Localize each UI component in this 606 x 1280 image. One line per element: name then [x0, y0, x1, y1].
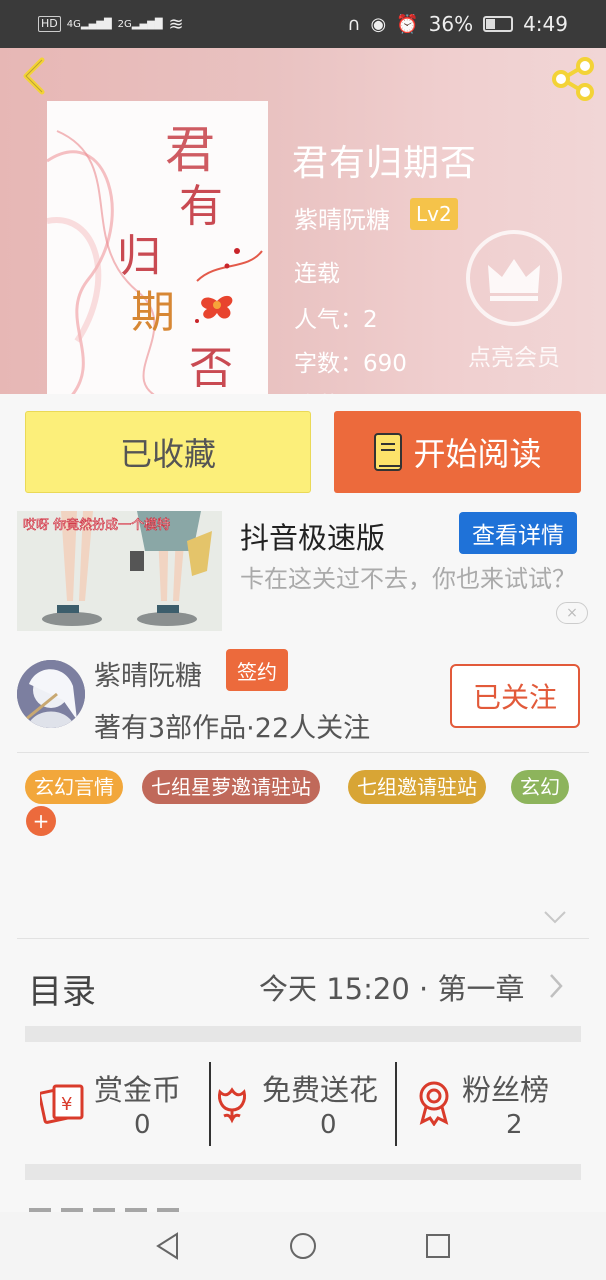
chevron-down-icon[interactable]	[543, 910, 567, 924]
vip-label: 点亮会员	[468, 345, 560, 371]
svg-text:¥: ¥	[61, 1094, 72, 1115]
cover-char-5: 否	[189, 343, 233, 394]
ad-description: 卡在这关过不去，你也来试试？	[240, 565, 576, 593]
system-nav-bar	[0, 1212, 606, 1280]
battery-percent: 36%	[428, 12, 474, 36]
section-band	[25, 1164, 581, 1180]
favorite-button[interactable]: 已收藏	[25, 411, 311, 493]
wifi-icon: ≋	[168, 13, 184, 35]
book-cover[interactable]: 君 有 归 期 否	[47, 101, 268, 394]
follow-label: 已关注	[472, 681, 557, 714]
tag-item[interactable]: 七组星萝邀请驻站	[142, 770, 320, 804]
cover-char-1: 君	[165, 121, 215, 179]
clock: 4:49	[523, 12, 568, 36]
avatar[interactable]	[17, 660, 85, 728]
book-popularity: 人气：2	[294, 307, 378, 333]
book-status: 连载	[294, 261, 340, 287]
fan-ranking-label: 粉丝榜	[462, 1073, 550, 1107]
book-icon	[374, 433, 403, 471]
toc-latest-chapter[interactable]: 今天 15:20 · 第一章	[259, 966, 524, 1008]
book-title: 君有归期否	[292, 143, 478, 184]
ad-details-label: 查看详情	[472, 523, 564, 549]
headphones-icon: ∩	[347, 13, 361, 35]
signed-badge: 签约	[226, 649, 288, 691]
nav-home-icon[interactable]	[288, 1231, 318, 1261]
ad-details-button[interactable]: 查看详情	[459, 512, 577, 554]
coin-envelope-icon: ¥	[40, 1084, 84, 1124]
reward-coins-button[interactable]: ¥ 赏金币 0	[38, 1062, 208, 1144]
tag-item[interactable]: 玄幻言情	[25, 770, 123, 804]
signal-4g-icon: 4G▂▄▆█	[66, 18, 112, 30]
ad-title: 抖音极速版	[240, 521, 386, 555]
reward-coins-label: 赏金币	[94, 1073, 182, 1107]
author-level-badge: Lv2	[410, 198, 458, 230]
section-band	[25, 1026, 581, 1042]
cover-char-2: 有	[179, 181, 223, 232]
ad-close-icon[interactable]: ×	[556, 602, 588, 624]
alarm-icon: ⏰	[396, 13, 419, 35]
eye-icon: ◉	[370, 13, 387, 35]
vip-button[interactable]: 点亮会员	[462, 230, 566, 372]
back-icon[interactable]	[16, 56, 56, 96]
divider	[17, 938, 589, 939]
tag-item[interactable]: 七组邀请驻站	[348, 770, 486, 804]
fan-ranking-button[interactable]: 粉丝榜 2	[412, 1062, 582, 1144]
send-flower-label: 免费送花	[262, 1073, 379, 1107]
signal-2g-icon: 2G▂▄▆█	[117, 18, 163, 30]
hd-indicator: HD	[38, 16, 61, 32]
start-reading-label: 开始阅读	[413, 435, 542, 473]
divider	[17, 752, 589, 753]
divider	[209, 1062, 211, 1146]
book-author[interactable]: 紫晴阮糖	[294, 200, 390, 235]
ad-image-caption: 哎呀 你竟然扮成一个模特	[23, 517, 170, 533]
chevron-right-icon[interactable]	[548, 972, 564, 1000]
fan-ranking-count: 2	[506, 1110, 523, 1140]
author-stats: 著有3部作品·22人关注	[94, 713, 371, 744]
start-reading-button[interactable]: 开始阅读	[334, 411, 581, 493]
toc-label[interactable]: 目录	[28, 964, 96, 1013]
send-flower-button[interactable]: 免费送花 0	[212, 1062, 396, 1144]
medal-icon	[419, 1081, 449, 1126]
ad-image[interactable]: 哎呀 你竟然扮成一个模特	[17, 511, 222, 631]
share-icon[interactable]	[550, 56, 596, 102]
cover-char-4: 期	[131, 287, 175, 338]
follow-button[interactable]: 已关注	[450, 664, 580, 728]
flower-icon	[218, 1087, 246, 1124]
nav-back-icon[interactable]	[153, 1231, 183, 1261]
reward-coins-count: 0	[134, 1110, 151, 1140]
book-collections: 收藏：2	[294, 386, 378, 394]
cover-char-3: 归	[117, 231, 161, 282]
add-tag-button[interactable]: +	[26, 806, 56, 836]
book-header: 君 有 归 期 否 君有归期否 紫晴阮糖 Lv2 连载 人气：2 字数：690 …	[0, 48, 606, 394]
battery-icon	[483, 16, 514, 32]
book-word-count: 字数：690	[294, 351, 407, 377]
tag-item[interactable]: 玄幻	[511, 770, 569, 804]
author-name[interactable]: 紫晴阮糖	[94, 654, 202, 693]
divider	[395, 1062, 397, 1146]
crown-icon	[466, 230, 562, 326]
nav-recents-icon[interactable]	[423, 1231, 453, 1261]
status-bar: HD 4G▂▄▆█ 2G▂▄▆█ ≋ ∩ ◉ ⏰ 36% 4:49	[0, 0, 606, 48]
favorite-label: 已收藏	[119, 435, 216, 473]
send-flower-count: 0	[320, 1110, 337, 1140]
